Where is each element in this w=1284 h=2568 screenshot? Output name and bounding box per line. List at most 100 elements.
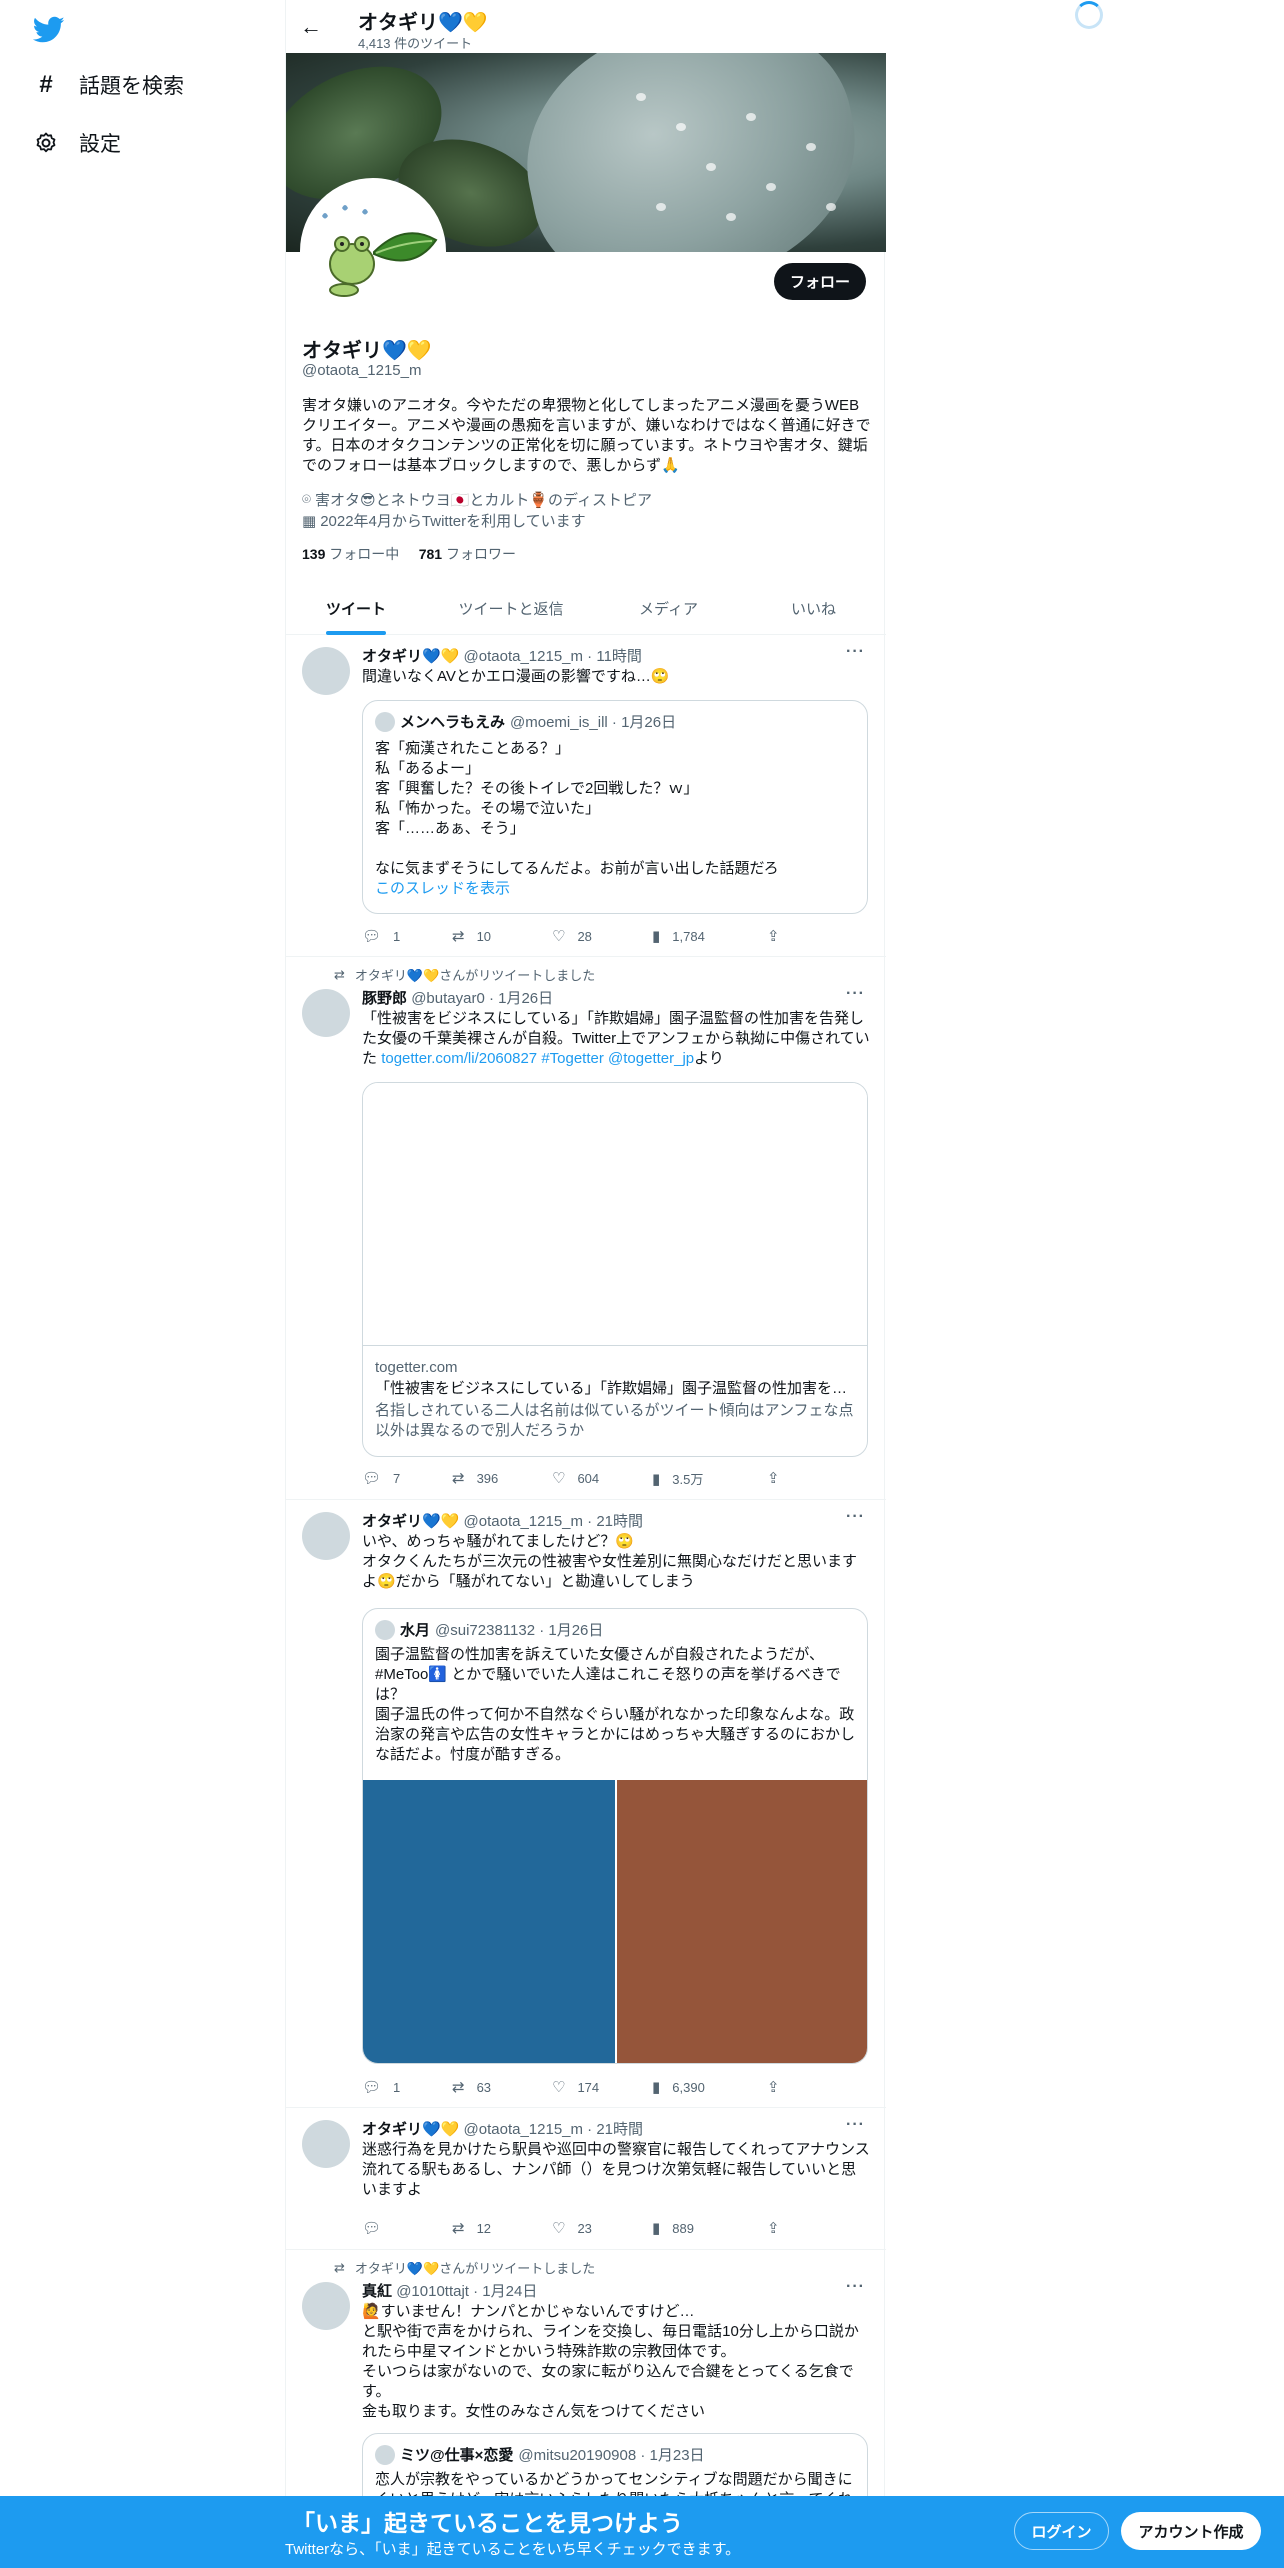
tweet[interactable]: ⇄ オタギリ💙💛さんがリツイートしました 豚野郎 @butayar0 · 1月26… — [286, 957, 886, 1500]
gear-icon — [33, 130, 59, 156]
tweet-header: オタギリ💙💛 @otaota_1215_m · 21時間 — [362, 1513, 644, 1530]
retweet-button[interactable]: ⇄ 63 — [452, 2078, 491, 2096]
twitter-logo-icon[interactable] — [33, 16, 65, 44]
sidebar-item-explore[interactable]: # 話題を検索 — [33, 70, 184, 100]
tweet[interactable]: オタギリ💙💛 @otaota_1215_m · 11時間 ··· 間違いなくAV… — [286, 635, 886, 957]
views-button[interactable]: ▮ 3.5万 — [652, 1469, 703, 1488]
show-thread-link[interactable]: このスレッドを表示 — [375, 879, 857, 899]
retweet-icon: ⇄ — [334, 2259, 345, 2275]
hashtag-icon: # — [39, 71, 53, 98]
sidebar-item-label: 設定 — [79, 133, 121, 156]
retweet-icon: ⇄ — [452, 2079, 465, 2096]
reply-icon: 💬︎ — [362, 1470, 382, 1487]
back-arrow-icon[interactable]: ← — [300, 14, 322, 40]
profile-name: オタギリ💙💛 — [302, 340, 432, 362]
tweet-actions: 💬︎ ⇄ 12 ♡ 23 ▮ 889 ⇪ — [362, 2219, 782, 2239]
share-button[interactable]: ⇪ — [767, 2219, 780, 2237]
banner-subtitle: Twitterなら、「いま」起きていることをいち早くチェックできます。 — [285, 2541, 741, 2558]
reply-button[interactable]: 💬︎ 1 — [362, 927, 400, 945]
profile-bio: 害オタ嫌いのアニオタ。今やただの卑猥物と化してしまったアニメ漫画を憂うWEBクリ… — [302, 397, 871, 474]
views-button[interactable]: ▮ 1,784 — [652, 927, 705, 945]
like-button[interactable]: ♡ 174 — [552, 2078, 599, 2096]
tab-tweets-replies[interactable]: ツイートと返信 — [426, 582, 596, 635]
more-icon[interactable]: ··· — [846, 985, 865, 1003]
profile-avatar[interactable] — [300, 178, 446, 324]
tab-likes[interactable]: いいね — [741, 582, 886, 635]
retweeted-by: ⇄ オタギリ💙💛さんがリツイートしました — [334, 2259, 596, 2277]
profile-tabs: ツイート ツイートと返信 メディア いいね — [286, 582, 886, 635]
following-link[interactable]: 139 フォロー中 — [302, 546, 399, 562]
retweet-button[interactable]: ⇄ 396 — [452, 1469, 498, 1487]
like-button[interactable]: ♡ 28 — [552, 927, 592, 945]
avatar[interactable] — [302, 647, 350, 695]
more-icon[interactable]: ··· — [846, 2116, 865, 2134]
avatar[interactable] — [302, 1512, 350, 1560]
quote-text: 園子温監督の性加害を訴えていた女優さんが自殺されたようだが、#MeToo🚺 とか… — [375, 1646, 856, 1763]
login-button[interactable]: ログイン — [1014, 2512, 1109, 2550]
like-button[interactable]: ♡ 604 — [552, 1469, 599, 1487]
more-icon[interactable]: ··· — [846, 643, 865, 661]
followers-link[interactable]: 781 フォロワー — [419, 546, 516, 562]
quote-header: メンヘラもえみ @moemi_is_ill · 1月26日 — [375, 711, 676, 732]
mention-link[interactable]: @togetter_jp — [608, 1050, 694, 1067]
location-pin-icon: ⌾ — [302, 491, 312, 508]
share-icon: ⇪ — [767, 2220, 780, 2237]
reply-button[interactable]: 💬︎ 7 — [362, 1469, 400, 1487]
retweet-button[interactable]: ⇄ 10 — [452, 927, 491, 945]
views-icon: ▮ — [652, 2220, 661, 2237]
tweet-text: いや、めっちゃ騒がれてましたけど？🙄 オタクくんたちが三次元の性被害や女性差別に… — [362, 1533, 858, 1590]
hashtag-link[interactable]: #Togetter — [541, 1050, 604, 1067]
reply-icon: 💬︎ — [362, 928, 382, 945]
share-icon: ⇪ — [767, 928, 780, 945]
quote-tweet[interactable]: メンヘラもえみ @moemi_is_ill · 1月26日 客「痴漢されたことあ… — [362, 700, 868, 914]
avatar[interactable] — [302, 989, 350, 1037]
avatar — [375, 711, 395, 732]
card-description: 名指しされている二人は名前は似ているがツイート傾向はアンフェな点以外は異なるので… — [375, 1402, 854, 1439]
heart-icon: ♡ — [552, 2220, 566, 2237]
quote-tweet[interactable]: 水月 @sui72381132 · 1月26日 園子温監督の性加害を訴えていた女… — [362, 1608, 868, 2064]
signup-banner: 「いま」起きていることを見つけよう Twitterなら、「いま」起きていることを… — [0, 2496, 1284, 2568]
link-togetter[interactable]: togetter.com/li/2060827 — [381, 1050, 537, 1067]
share-icon: ⇪ — [767, 1470, 780, 1487]
tweet-text: 🙋すいません！ナンパとかじゃないんですけど… と駅や街で声をかけられ、ラインを交… — [362, 2303, 859, 2420]
avatar[interactable] — [302, 2282, 350, 2330]
banner-title: 「いま」起きていることを見つけよう — [292, 2510, 683, 2536]
more-icon[interactable]: ··· — [846, 1508, 865, 1526]
like-button[interactable]: ♡ 23 — [552, 2219, 592, 2237]
tab-media[interactable]: メディア — [596, 582, 741, 635]
more-icon[interactable]: ··· — [846, 2278, 865, 2296]
profile-joined: ▦ 2022年4月からTwitterを利用しています — [302, 510, 586, 531]
quote-image-left[interactable] — [363, 1780, 615, 2063]
tweet-header: 真紅 @1010ttajt · 1月24日 — [362, 2283, 538, 2300]
sidebar-item-label: 話題を検索 — [79, 75, 184, 98]
avatar — [375, 1619, 395, 1640]
tweet-header: オタギリ💙💛 @otaota_1215_m · 11時間 — [362, 648, 642, 665]
retweet-icon: ⇄ — [452, 1470, 465, 1487]
link-card[interactable]: togetter.com 「性被害をビジネスにしている」「詐欺娼婦」園子温監督の… — [362, 1082, 868, 1457]
card-image — [363, 1083, 867, 1346]
tweet-header: オタギリ💙💛 @otaota_1215_m · 21時間 — [362, 2121, 644, 2138]
share-button[interactable]: ⇪ — [767, 2078, 780, 2096]
reply-button[interactable]: 💬︎ 1 — [362, 2078, 400, 2096]
header-name: オタギリ💙💛 — [358, 12, 488, 34]
location-text: 害オタ😎とネトウヨ🇯🇵とカルト🏺のディストピア — [315, 492, 652, 509]
tweet-header: 豚野郎 @butayar0 · 1月26日 — [362, 990, 554, 1007]
retweet-button[interactable]: ⇄ 12 — [452, 2219, 491, 2237]
avatar[interactable] — [302, 2120, 350, 2168]
quote-image-right[interactable] — [617, 1780, 867, 2063]
signup-button[interactable]: アカウント作成 — [1121, 2512, 1261, 2550]
sidebar-item-settings[interactable]: 設定 — [33, 128, 121, 158]
tweet[interactable]: オタギリ💙💛 @otaota_1215_m · 21時間 ··· いや、めっちゃ… — [286, 1500, 886, 2108]
main-column: ← オタギリ💙💛 4,413 件のツイート フォロー オタギリ💙💛 @otaot… — [285, 0, 886, 2568]
tweet-actions: 💬︎ 1 ⇄ 10 ♡ 28 ▮ 1,784 ⇪ — [362, 927, 782, 947]
reply-button[interactable]: 💬︎ — [362, 2219, 393, 2237]
tweet-text: 「性被害をビジネスにしている」「詐欺娼婦」園子温監督の性加害を告発した女優の千葉… — [362, 1010, 870, 1067]
share-button[interactable]: ⇪ — [767, 1469, 780, 1487]
views-button[interactable]: ▮ 6,390 — [652, 2078, 705, 2096]
follow-button[interactable]: フォロー — [774, 263, 866, 300]
share-button[interactable]: ⇪ — [767, 927, 780, 945]
loading-spinner-icon — [1075, 1, 1103, 29]
views-button[interactable]: ▮ 889 — [652, 2219, 694, 2237]
tab-tweets[interactable]: ツイート — [286, 582, 426, 635]
tweet[interactable]: オタギリ💙💛 @otaota_1215_m · 21時間 ··· 迷惑行為を見か… — [286, 2108, 886, 2250]
